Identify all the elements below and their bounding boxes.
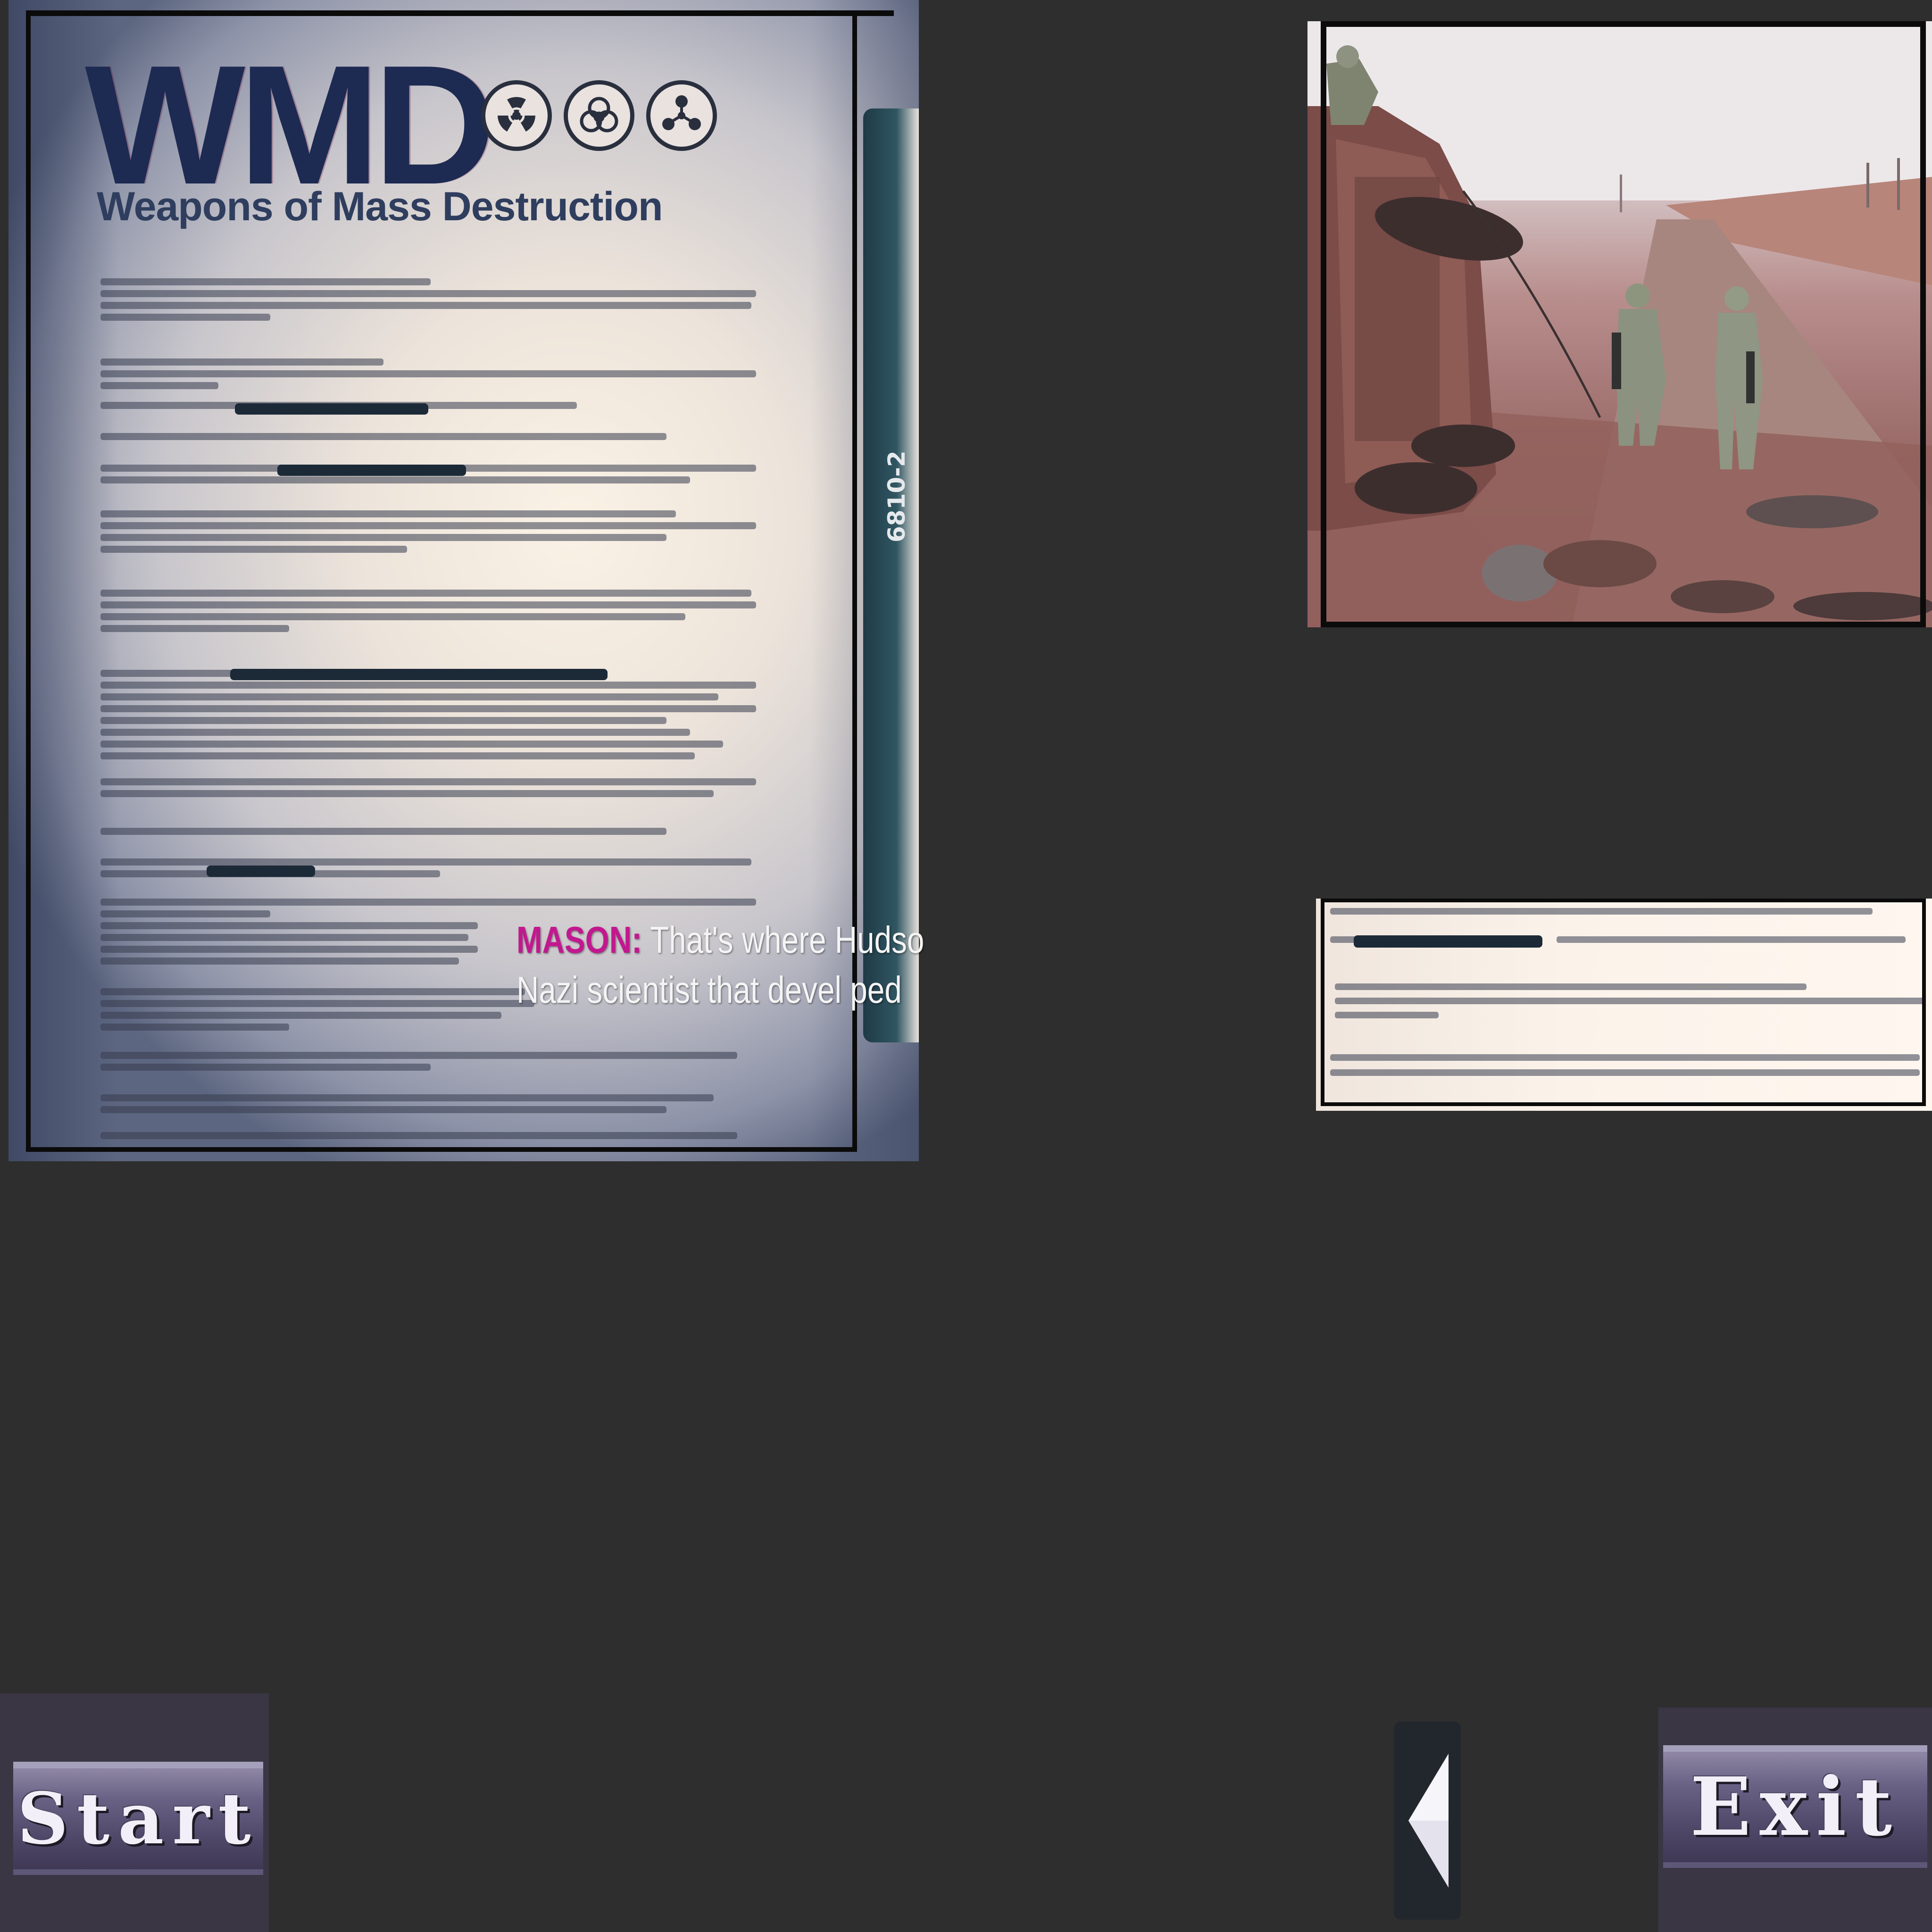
redaction-bar [235,403,428,415]
document-side-object [863,108,919,1042]
soldiers-photo [1307,21,1932,627]
zoom-text-line [1330,908,1873,915]
document-text-line [100,314,270,321]
zoom-text-line [1335,998,1924,1004]
document-text-line [100,922,478,929]
redaction-bar [230,669,608,680]
dialogue-line-1: That's where Hudso [650,919,924,961]
document-text-line [100,1052,737,1059]
redaction-bar [277,465,466,476]
document-text-line [100,778,756,785]
back-arrow-button[interactable] [1394,1722,1461,1920]
zoom-text-line [1557,936,1906,943]
document-text-line [100,1024,289,1031]
document-text-line [100,290,756,297]
document-text-line [100,988,525,995]
document-text-line [100,625,289,632]
document-text-line [100,1064,431,1071]
zoom-text-line [1330,1054,1920,1061]
document-text-line [100,828,666,835]
document-text-line [100,958,459,965]
document-text-line [100,1000,534,1007]
document-text-line [100,741,723,748]
document-text-line [100,752,695,759]
document-top-rule [26,10,894,16]
dialogue-subtitle: MASON: That's where Hudso Nazi scientist… [516,915,924,1015]
soldiers-overturned-vehicle-photo [1307,21,1932,627]
document-text-line [100,601,756,608]
document-text-line [100,590,751,597]
document-text-line [100,790,714,797]
document-subtitle: Weapons of Mass Destruction [97,184,663,229]
document-side-number: 6810-2 [883,450,910,542]
document-text-line [100,433,666,440]
document-text-line [100,358,383,366]
document-text-line [100,1012,501,1019]
document-text-line [100,858,751,866]
zoom-text-line [1330,1069,1920,1076]
document-text-line [100,729,690,736]
document-text-line [100,534,666,541]
document-text-line [100,546,407,553]
chemical-hazard-icon [646,80,717,151]
dialogue-line-2: Nazi scientist that devel ped [516,969,902,1011]
document-text-line [100,522,756,529]
document-text-line [100,302,751,309]
document-text-line [100,382,218,389]
start-button[interactable]: Start [13,1762,263,1875]
dialogue-speaker: MASON: [516,919,642,961]
document-text-line [100,1094,714,1101]
radiation-icon [481,80,552,151]
document-text-line [100,370,756,377]
exit-button[interactable]: Exit [1663,1745,1927,1868]
document-text-line [100,910,270,917]
document-text-line [100,705,756,712]
back-arrow-icon [1408,1754,1449,1888]
biohazard-icon [564,80,634,151]
document-text-line [100,934,468,941]
document-text-line [100,693,718,700]
document-text-line [100,717,666,724]
document-text-line [100,278,431,285]
document-text-line [100,510,676,517]
zoom-text-line [1335,1012,1439,1018]
document-text-line [100,613,685,620]
zoom-text-line [1335,983,1807,990]
document-text-line [100,1132,737,1139]
document-text-line [100,476,690,483]
document-text-line [100,1106,666,1113]
document-text-line [100,682,756,689]
redaction-bar [207,866,315,877]
document-zoom-panel [1316,899,1932,1111]
document-text-line [100,946,478,953]
document-text-line [100,899,756,906]
redaction-bar [1354,935,1542,948]
